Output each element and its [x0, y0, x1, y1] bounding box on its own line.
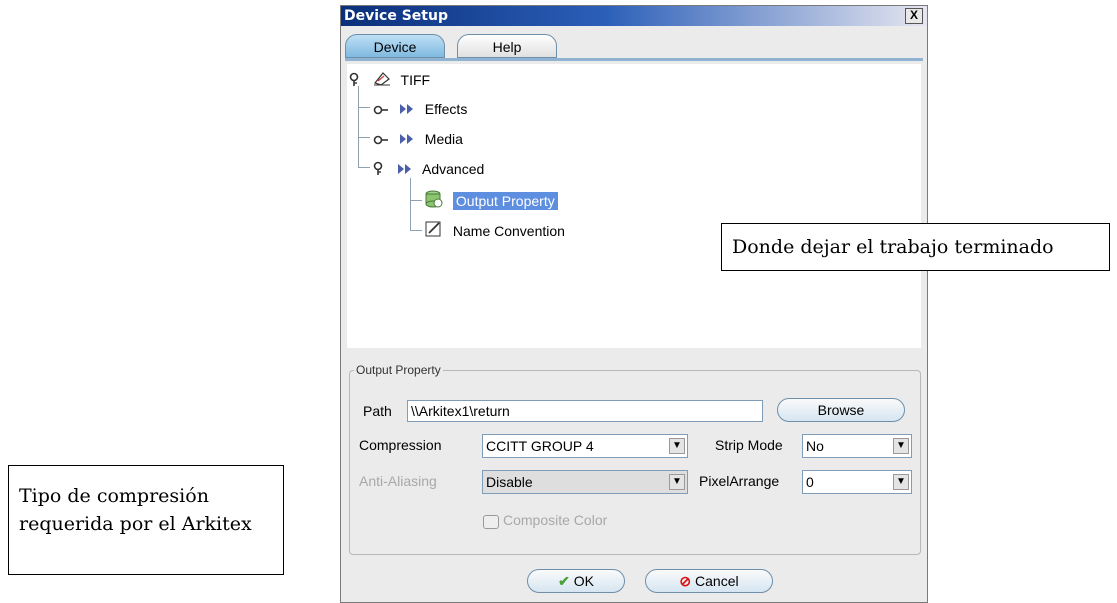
- double-arrow-icon: [397, 159, 413, 181]
- anti-aliasing-value: Disable: [486, 474, 533, 490]
- compression-label: Compression: [359, 437, 442, 453]
- tree-connector: [358, 107, 370, 108]
- chevron-down-icon[interactable]: ▼: [893, 438, 909, 454]
- strip-mode-label: Strip Mode: [715, 437, 783, 453]
- window-title: Device Setup: [344, 8, 448, 24]
- pixel-arrange-label: PixelArrange: [699, 473, 780, 489]
- composite-color-label: Composite Color: [503, 512, 608, 528]
- tree-connector: [410, 200, 422, 201]
- double-arrow-icon: [399, 99, 415, 121]
- tree-item-name-convention[interactable]: Name Convention: [425, 220, 565, 242]
- composite-color-checkbox[interactable]: [483, 515, 499, 529]
- tab-divider: [345, 58, 923, 61]
- tab-help[interactable]: Help: [457, 34, 557, 58]
- tree-root-label: TIFF: [400, 72, 431, 88]
- output-property-group: Output Property: [349, 363, 921, 555]
- tree-item-label: Media: [424, 131, 463, 147]
- expand-key-icon[interactable]: [373, 99, 389, 121]
- device-tree: TIFF Effects Media Advanced Output Prope…: [347, 64, 921, 348]
- group-legend: Output Property: [356, 363, 441, 377]
- tree-item-label: Output Property: [452, 192, 558, 210]
- ok-label: OK: [573, 573, 594, 589]
- title-bar[interactable]: Device Setup X: [341, 6, 927, 26]
- anti-aliasing-label: Anti-Aliasing: [359, 473, 437, 489]
- tree-connector: [410, 230, 422, 231]
- compression-value: CCITT GROUP 4: [486, 438, 594, 454]
- close-button[interactable]: X: [905, 8, 923, 24]
- pixel-arrange-select[interactable]: 0 ▼: [802, 470, 912, 494]
- printer-icon: [373, 70, 391, 92]
- browse-button[interactable]: Browse: [777, 398, 905, 422]
- tree-item-media[interactable]: Media: [373, 128, 463, 150]
- ok-button[interactable]: ✔ OK: [527, 569, 625, 593]
- tree-connector: [410, 178, 411, 231]
- chevron-down-icon[interactable]: ▼: [669, 474, 685, 490]
- tree-item-label: Name Convention: [452, 223, 565, 239]
- anti-aliasing-select[interactable]: Disable ▼: [482, 470, 688, 494]
- double-arrow-icon: [399, 129, 415, 151]
- output-location-callout: Donde dejar el trabajo terminado: [721, 223, 1110, 271]
- device-setup-dialog: Device Setup X Device Help TIFF Effects …: [340, 5, 928, 603]
- tree-connector: [358, 167, 370, 168]
- tab-device[interactable]: Device: [345, 34, 445, 58]
- path-input[interactable]: \\Arkitex1\return: [407, 400, 763, 422]
- strip-mode-select[interactable]: No ▼: [802, 434, 912, 458]
- tab-bar: Device Help: [345, 34, 923, 62]
- tree-item-effects[interactable]: Effects: [373, 98, 467, 120]
- check-icon: ✔: [558, 573, 570, 589]
- path-label: Path: [363, 403, 392, 419]
- tree-item-label: Effects: [424, 101, 468, 117]
- tree-item-output-property[interactable]: Output Property: [425, 190, 558, 212]
- edit-icon: [425, 220, 443, 244]
- chevron-down-icon[interactable]: ▼: [893, 474, 909, 490]
- cancel-label: Cancel: [695, 573, 739, 589]
- cancel-button[interactable]: ⊘ Cancel: [645, 569, 773, 593]
- compression-select[interactable]: CCITT GROUP 4 ▼: [482, 434, 688, 458]
- collapse-key-icon[interactable]: [373, 159, 387, 181]
- chevron-down-icon[interactable]: ▼: [669, 438, 685, 454]
- pixel-arrange-value: 0: [806, 474, 814, 490]
- strip-mode-value: No: [806, 438, 824, 454]
- database-icon: [425, 190, 443, 214]
- expand-key-icon[interactable]: [373, 129, 389, 151]
- tree-connector: [358, 86, 359, 168]
- collapse-key-icon[interactable]: [349, 70, 363, 92]
- tree-connector: [358, 137, 370, 138]
- tree-root-tiff[interactable]: TIFF: [349, 69, 430, 91]
- tree-item-label: Advanced: [422, 161, 485, 177]
- tree-item-advanced[interactable]: Advanced: [373, 158, 484, 180]
- compression-note-callout: Tipo de compresión requerida por el Arki…: [8, 465, 284, 575]
- cancel-icon: ⊘: [679, 573, 692, 589]
